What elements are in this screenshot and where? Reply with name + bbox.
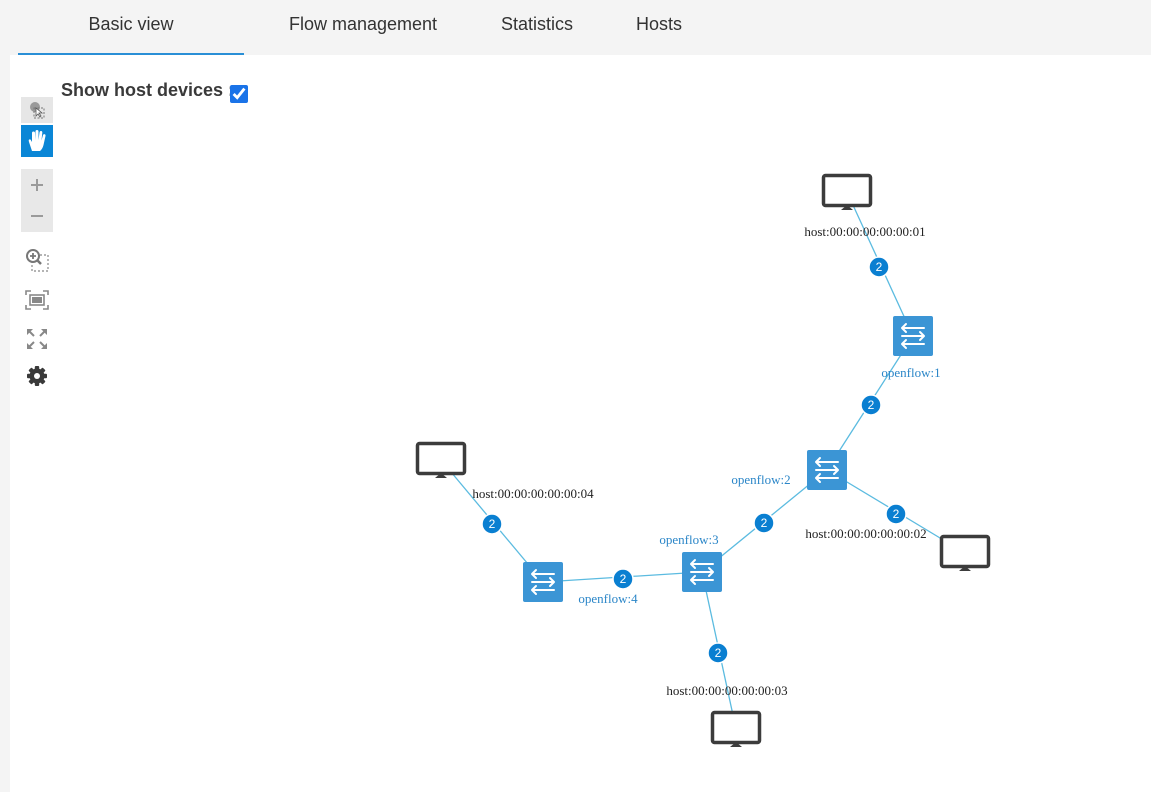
switch-node-s2[interactable]: [807, 450, 847, 490]
link-badge-text: 2: [893, 507, 900, 521]
link-badge-text: 2: [715, 646, 722, 660]
switch-node-s1[interactable]: [893, 316, 933, 356]
switch-label: openflow:3: [659, 532, 718, 547]
link-badge[interactable]: 2: [612, 568, 634, 590]
switch-label: openflow:2: [731, 472, 790, 487]
link-badge[interactable]: 2: [885, 503, 907, 525]
switch-arrows-icon: [901, 323, 925, 349]
link-badge[interactable]: 2: [868, 256, 890, 278]
switch-node-s4[interactable]: [523, 562, 563, 602]
link-badge-text: 2: [761, 516, 768, 530]
link-badge[interactable]: 2: [481, 513, 503, 535]
link-badge-text: 2: [489, 517, 496, 531]
monitor-icon: [821, 173, 873, 210]
host-label: host:00:00:00:00:00:01: [804, 224, 925, 239]
host-label: host:00:00:00:00:00:03: [666, 683, 787, 698]
link-badge-text: 2: [620, 572, 627, 586]
monitor-icon: [415, 441, 467, 478]
switch-node-s3[interactable]: [682, 552, 722, 592]
topology-graph[interactable]: 2 2 2 2 2 2 2 openflow:1 openflow:2 openflow:3 ope…: [0, 0, 1151, 792]
link-badge-text: 2: [876, 260, 883, 274]
host-node-h1[interactable]: [821, 173, 873, 211]
host-label: host:00:00:00:00:00:02: [805, 526, 926, 541]
switch-arrows-icon: [815, 457, 839, 483]
host-label: host:00:00:00:00:00:04: [472, 486, 594, 501]
link-badge[interactable]: 2: [860, 394, 882, 416]
switch-label: openflow:4: [578, 591, 638, 606]
host-node-h2[interactable]: [939, 534, 991, 572]
host-node-h3[interactable]: [710, 710, 762, 748]
monitor-icon: [939, 534, 991, 571]
link-badge[interactable]: 2: [753, 512, 775, 534]
host-node-h4[interactable]: [415, 441, 467, 479]
switch-label: openflow:1: [881, 365, 940, 380]
switch-arrows-icon: [690, 559, 714, 585]
link-badge-text: 2: [868, 398, 875, 412]
switch-arrows-icon: [531, 569, 555, 595]
monitor-icon: [710, 710, 762, 747]
link-badge[interactable]: 2: [707, 642, 729, 664]
